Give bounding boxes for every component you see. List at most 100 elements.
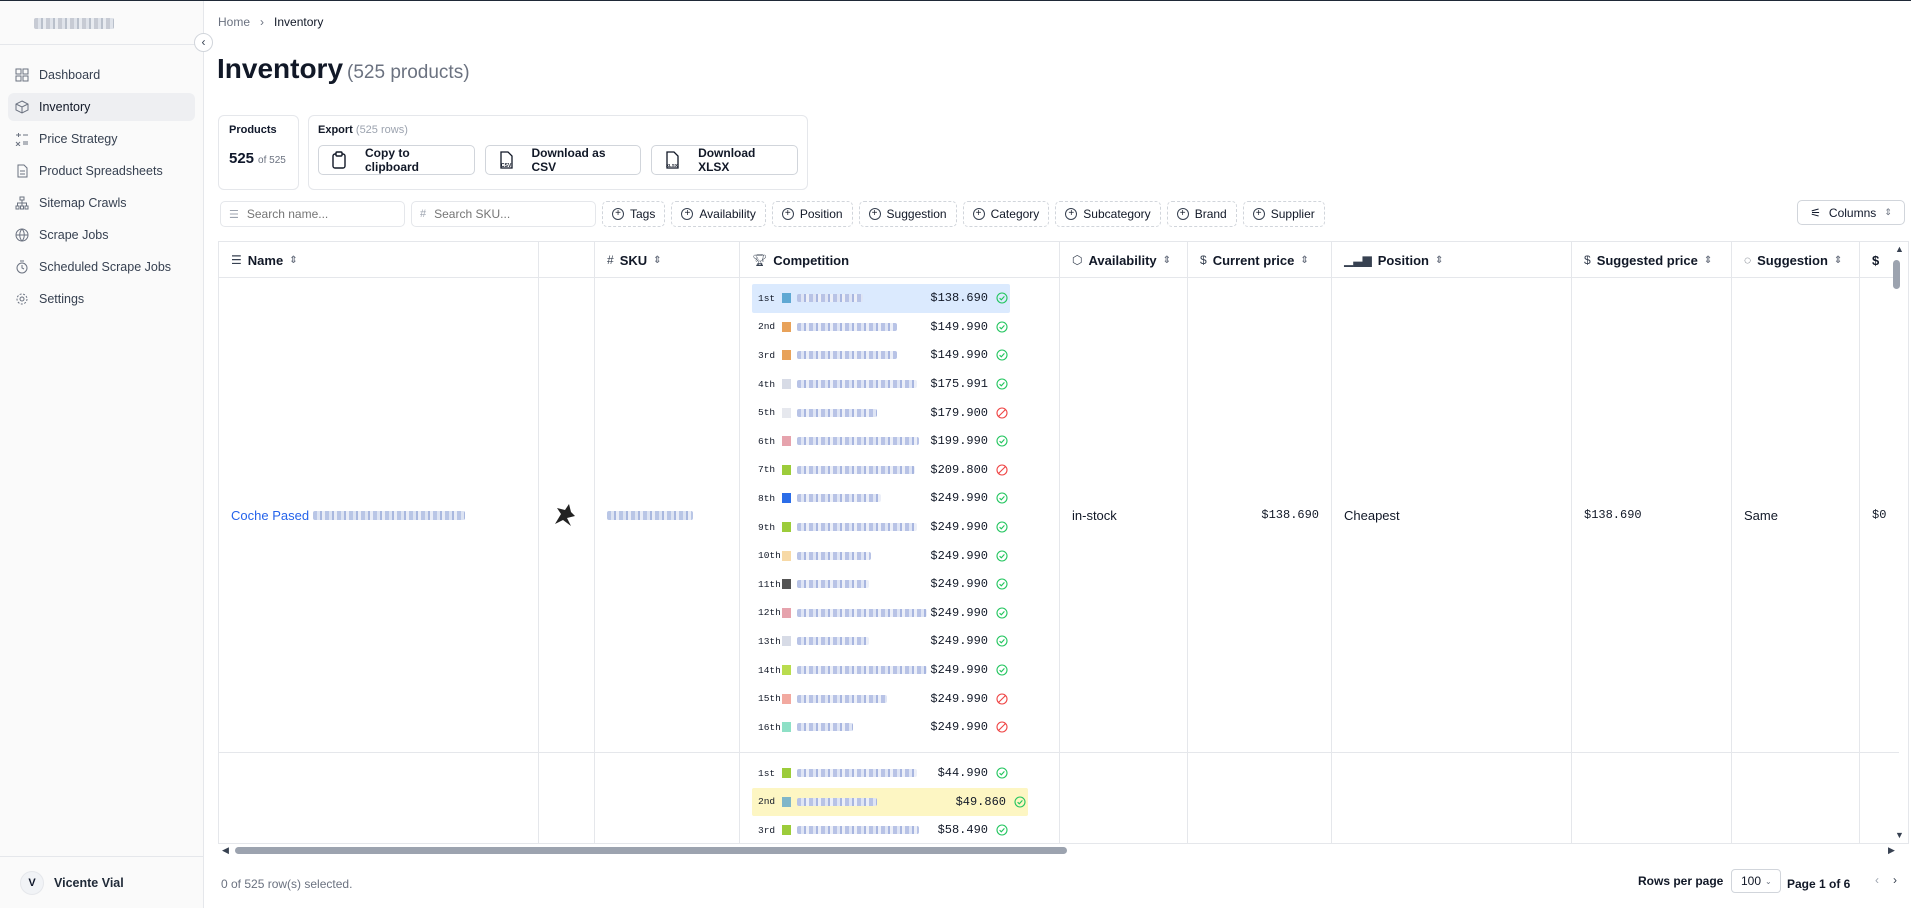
competitor-row[interactable]: 6th $199.990 [752,427,1010,456]
competitor-row[interactable]: 2nd $149.990 [752,313,1010,342]
copy-to-clipboard-button[interactable]: Copy to clipboard [318,145,475,175]
sidebar-nav: Dashboard Inventory Price Strategy Product … [0,45,203,333]
competitor-row[interactable]: 15th $249.990 [752,684,1010,713]
sidebar-item-product-spreadsheets[interactable]: Product Spreadsheets [8,157,195,185]
globe-icon [15,228,29,242]
competitor-row[interactable]: 9th $249.990 [752,513,1010,542]
dashboard-icon [15,68,29,82]
header-availability-label: Availability [1088,252,1157,268]
main-content: Home › Inventory Inventory (525 products)… [205,1,1911,908]
user-menu[interactable]: V Vicente Vial [0,856,204,908]
competitor-price: $175.991 [930,377,988,392]
filter-subcategory-button[interactable]: + Subcategory [1055,201,1161,227]
competitor-row[interactable]: 3rd $149.990 [752,341,1010,370]
competitor-row[interactable]: 7th $209.800 [752,456,1010,485]
download-csv-button[interactable]: CSV Download as CSV [484,145,642,175]
sidebar-item-scrape-jobs[interactable]: Scrape Jobs [8,221,195,249]
columns-button[interactable]: ⚟ Columns ⇕ [1797,200,1905,225]
rows-per-page-label: Rows per page [1638,874,1724,888]
brand-logo[interactable] [0,1,203,45]
check-circle-icon [996,378,1008,390]
competitor-row[interactable]: 13th $249.990 [752,627,1010,656]
store-name-blurred [797,380,917,389]
filter-position-button[interactable]: + Position [771,201,853,227]
gear-icon [15,292,29,306]
column-header-sku[interactable]: # SKU ⇕ [595,242,740,278]
competitor-row[interactable]: 10th $249.990 [752,541,1010,570]
sidebar-item-price-strategy[interactable]: Price Strategy [8,125,195,153]
product-thumbnail[interactable] [551,500,577,530]
breadcrumb-home[interactable]: Home [218,15,250,29]
competitor-row[interactable]: 5th $179.900 [752,398,1010,427]
column-header-position[interactable]: ▁▃▆ Position ⇕ [1332,242,1572,278]
previous-page-button[interactable]: ‹ [1870,873,1884,889]
competitor-row[interactable]: 2nd $49.860 [752,787,1028,817]
rows-per-page-select[interactable]: 100 ⌄ [1731,869,1782,893]
image-cell [539,753,595,843]
competitor-row[interactable]: 14th $249.990 [752,656,1010,685]
competitor-row[interactable]: 16th $249.990 [752,713,1010,742]
horizontal-scrollbar[interactable]: ◀ ▶ [218,844,1898,856]
download-xlsx-button[interactable]: XLSX Download XLSX [651,145,798,175]
column-header-suggested-price[interactable]: $ Suggested price ⇕ [1572,242,1732,278]
search-sku-input[interactable] [434,207,585,221]
competitor-price: $249.990 [930,720,988,735]
competitor-row[interactable]: 1st $44.990 [752,759,1010,788]
next-page-button[interactable]: › [1888,873,1902,889]
filter-supplier-button[interactable]: + Supplier [1242,201,1325,227]
sidebar-item-sitemap-crawls[interactable]: Sitemap Crawls [8,189,195,217]
scroll-up-icon[interactable]: ▲ [1895,244,1904,254]
spreadsheet-icon [15,164,29,178]
search-name-field[interactable]: ☰ [220,201,405,227]
competitor-rank: 3rd [758,349,776,361]
vertical-scroll-thumb[interactable] [1893,260,1900,289]
box-icon [15,100,29,114]
scroll-down-icon[interactable]: ▼ [1895,830,1904,840]
competitor-price: $149.990 [930,319,988,334]
column-header-name[interactable]: ☰ Name ⇕ [219,242,539,278]
filter-brand-button[interactable]: + Brand [1166,201,1237,227]
scroll-right-icon[interactable]: ▶ [1888,845,1895,856]
competition-cell: 1st $138.690 2nd $149.990 3rd $149.990 4th $175… [740,278,1060,752]
competitor-row[interactable]: 11th $249.990 [752,570,1010,599]
ban-icon [996,721,1008,733]
filter-suggestion-button[interactable]: + Suggestion [858,201,957,227]
competitor-row[interactable]: 1st $138.690 [752,284,1010,313]
rows-per-page-value: 100 [1740,874,1762,888]
sidebar-item-scheduled-scrape-jobs[interactable]: Scheduled Scrape Jobs [8,253,195,281]
column-header-competition[interactable]: 🏆︎ Competition [740,242,1060,278]
sidebar-item-settings[interactable]: Settings [8,285,195,313]
filter-category-button[interactable]: + Category [962,201,1050,227]
table-row[interactable]: 1st $44.990 2nd $49.860 3rd $58.490 [219,753,1899,843]
search-sku-field[interactable]: # [411,201,596,227]
search-name-input[interactable] [246,207,397,221]
scroll-left-icon[interactable]: ◀ [222,845,229,856]
store-favicon [782,436,791,447]
lightbulb-icon: ◌ [1744,253,1752,267]
store-name-blurred [797,723,853,732]
competitor-row[interactable]: 12th $249.990 [752,599,1010,628]
competitor-row[interactable]: 3rd $58.490 [752,816,1010,843]
column-header-current-price[interactable]: $ Current price ⇕ [1188,242,1332,278]
check-circle-icon [996,292,1008,304]
column-header-availability[interactable]: ⬡ Availability ⇕ [1060,242,1188,278]
store-favicon [782,607,791,618]
sidebar-item-dashboard[interactable]: Dashboard [8,61,195,89]
competitor-rank: 1st [758,292,776,304]
product-name-link[interactable]: Coche Pased [231,508,309,523]
filter-tags-button[interactable]: + Tags [602,201,666,227]
competitor-row[interactable]: 4th $175.991 [752,370,1010,399]
collapse-sidebar-button[interactable]: ‹ [194,33,213,52]
competitor-row[interactable]: 8th $249.990 [752,484,1010,513]
table-row[interactable]: Coche Pased 1st $138.690 2nd $149.990 3rd $14… [219,278,1899,753]
sliders-icon: ⚟ [1810,205,1821,220]
svg-text:XLSX: XLSX [666,163,678,168]
horizontal-scroll-thumb[interactable] [235,847,1067,854]
filter-availability-button[interactable]: + Availability [671,201,766,227]
competitor-price: $249.990 [930,548,988,563]
products-card: Products 525 of 525 [218,115,299,190]
hash-icon: # [420,208,427,220]
column-header-suggestion[interactable]: ◌ Suggestion ⇕ [1732,242,1860,278]
sort-icon: ⇕ [1434,254,1444,266]
sidebar-item-inventory[interactable]: Inventory [8,93,195,121]
